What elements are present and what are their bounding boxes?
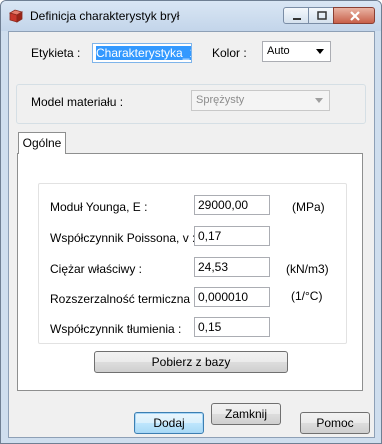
close-window-button[interactable] bbox=[333, 7, 375, 24]
param-label: Rozszerzalność termiczna : bbox=[50, 292, 197, 306]
color-select-value: Auto bbox=[267, 45, 290, 57]
material-select[interactable]: Sprężysty bbox=[191, 90, 330, 111]
param-label: Moduł Younga, E : bbox=[50, 200, 148, 214]
tab-general[interactable]: Ogólne bbox=[18, 132, 66, 154]
color-label: Kolor : bbox=[212, 46, 247, 60]
param-unit: (kN/m3) bbox=[286, 262, 329, 276]
minimize-icon bbox=[293, 18, 301, 20]
param-unit: (1/°C) bbox=[291, 289, 323, 303]
thermal-expansion-input[interactable]: 0,000010 bbox=[194, 287, 270, 307]
param-label: Współczynnik tłumienia : bbox=[50, 322, 182, 336]
poisson-ratio-input[interactable]: 0,17 bbox=[194, 226, 270, 246]
app-cube-icon bbox=[9, 9, 23, 23]
add-button[interactable]: Dodaj bbox=[134, 412, 204, 434]
title-bar[interactable]: Definicja charakterystyk brył bbox=[1, 1, 381, 31]
help-button[interactable]: Pomoc bbox=[300, 412, 370, 434]
param-label: Współczynnik Poissona, v : bbox=[50, 231, 196, 245]
label-field-label: Etykieta : bbox=[31, 46, 81, 60]
maximize-icon bbox=[317, 11, 327, 20]
material-label: Model materiału : bbox=[31, 95, 124, 109]
youngs-modulus-input[interactable]: 29000,00 bbox=[194, 195, 270, 215]
maximize-button[interactable] bbox=[308, 7, 334, 24]
minimize-button[interactable] bbox=[283, 7, 309, 24]
window-title: Definicja charakterystyk brył bbox=[30, 9, 180, 23]
label-input[interactable]: Charakterystyka_1 bbox=[92, 43, 192, 63]
param-label: Ciężar właściwy : bbox=[50, 262, 143, 276]
close-icon bbox=[350, 11, 360, 21]
unit-weight-input[interactable]: 24,53 bbox=[194, 257, 270, 277]
fetch-from-database-button[interactable]: Pobierz z bazy bbox=[94, 351, 288, 373]
material-select-value: Sprężysty bbox=[196, 94, 245, 106]
color-select[interactable]: Auto bbox=[262, 41, 331, 62]
param-unit: (MPa) bbox=[292, 200, 325, 214]
chevron-down-icon bbox=[316, 49, 324, 54]
chevron-down-icon bbox=[315, 98, 323, 103]
close-button[interactable]: Zamknij bbox=[211, 403, 281, 425]
damping-input[interactable]: 0,15 bbox=[194, 317, 270, 337]
dialog-window: Definicja charakterystyk brył Etykieta :… bbox=[0, 0, 382, 444]
